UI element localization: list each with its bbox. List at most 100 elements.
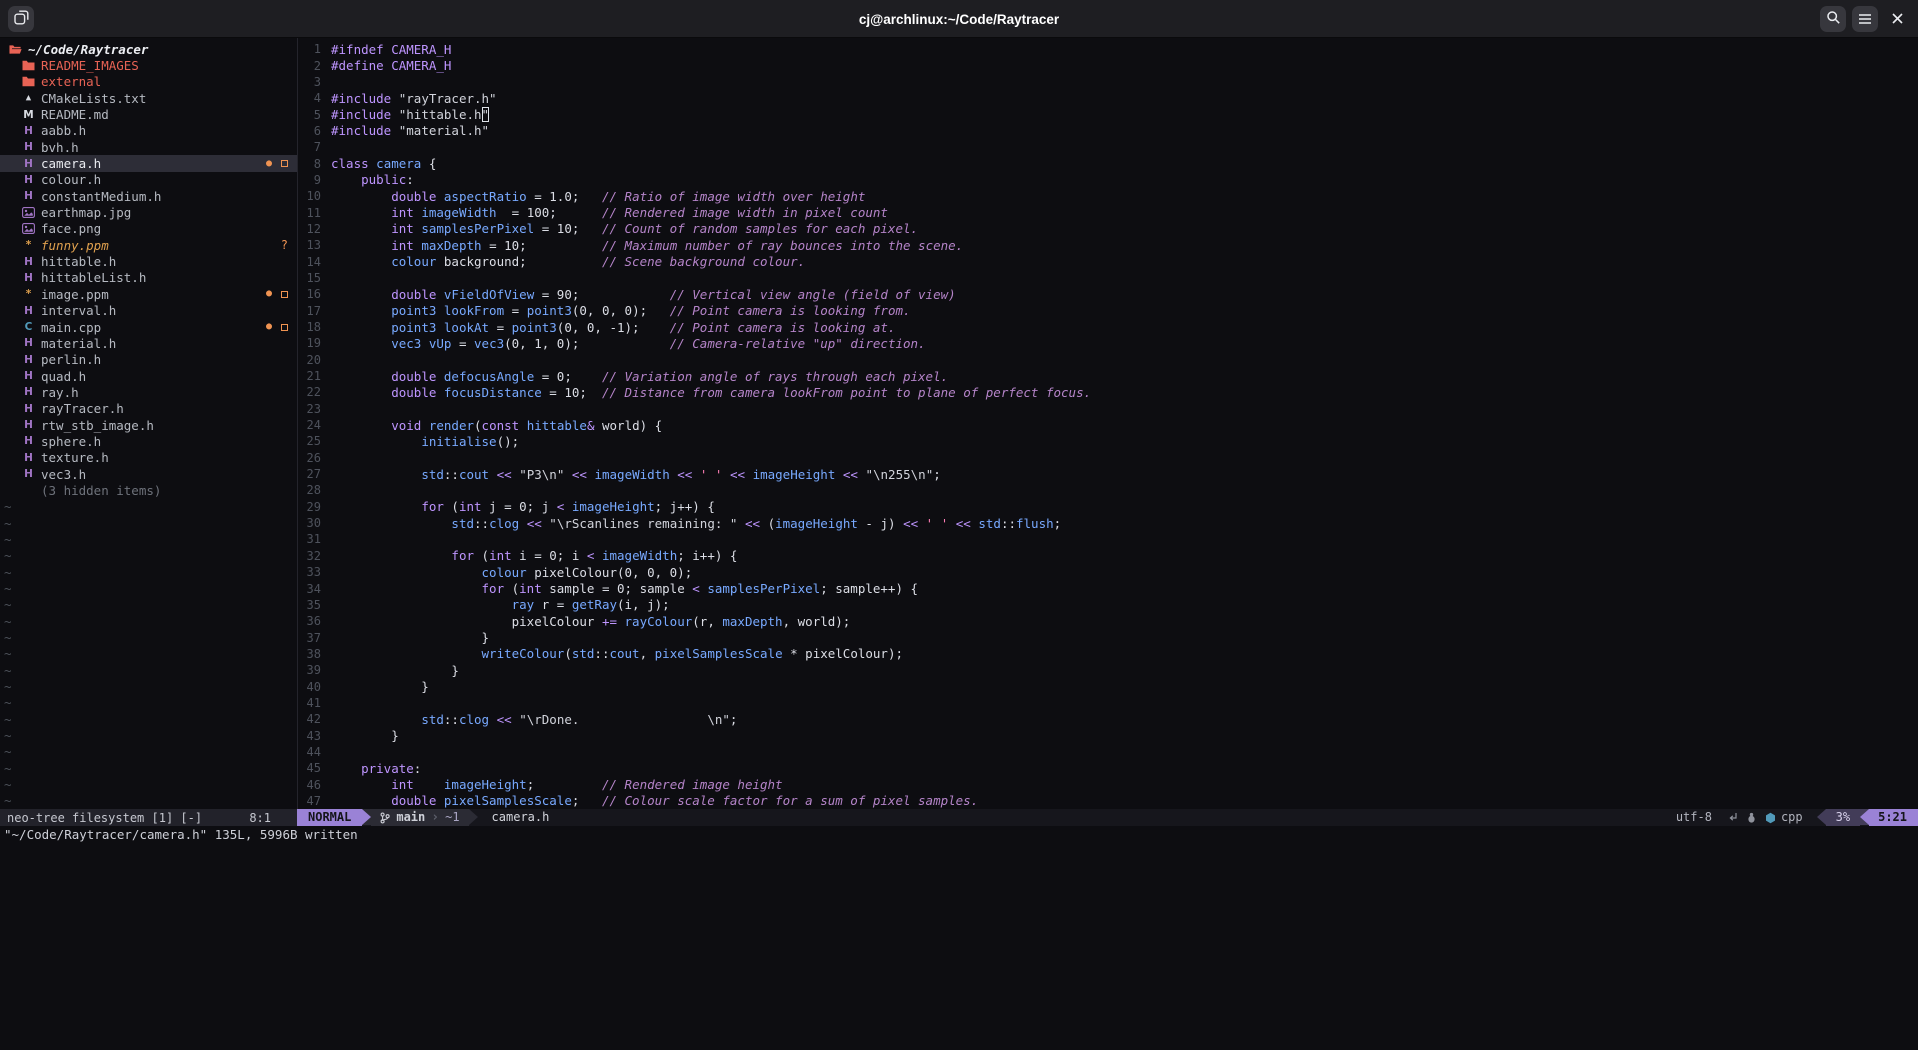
menu-button[interactable]	[1852, 6, 1878, 32]
tree-item-hittable-h[interactable]: Hhittable.h	[0, 253, 297, 269]
code-line-5[interactable]: 5#include "hittable.h"	[298, 106, 1918, 122]
git-branch-icon	[380, 812, 390, 824]
code-line-38[interactable]: 38 writeColour(std::cout, pixelSamplesSc…	[298, 646, 1918, 662]
tree-item-vec3-h[interactable]: Hvec3.h	[0, 466, 297, 482]
code-line-16[interactable]: 16 double vFieldOfView = 90; // Vertical…	[298, 286, 1918, 302]
tree-item-raytracer-h[interactable]: HrayTracer.h	[0, 401, 297, 417]
code-line-28[interactable]: 28	[298, 482, 1918, 498]
code-line-35[interactable]: 35 ray r = getRay(i, j);	[298, 597, 1918, 613]
tree-item-camera-h[interactable]: Hcamera.h●	[0, 155, 297, 171]
code-line-11[interactable]: 11 int imageWidth = 100; // Rendered ima…	[298, 204, 1918, 220]
code-line-4[interactable]: 4#include "rayTracer.h"	[298, 90, 1918, 106]
header-icon: H	[22, 272, 35, 284]
code-line-21[interactable]: 21 double defocusAngle = 0; // Variation…	[298, 368, 1918, 384]
tree-item-image-ppm[interactable]: *image.ppm●	[0, 286, 297, 302]
code-line-34[interactable]: 34 for (int sample = 0; sample < samples…	[298, 580, 1918, 596]
code-text: class camera {	[331, 156, 436, 171]
git-staged-icon	[281, 160, 288, 167]
code-line-41[interactable]: 41	[298, 695, 1918, 711]
tree-item-rtw-stb-image-h[interactable]: Hrtw_stb_image.h	[0, 417, 297, 433]
tree-item-external[interactable]: external	[0, 74, 297, 90]
header-icon: H	[22, 403, 35, 415]
code-line-47[interactable]: 47 double pixelSamplesScale; // Colour s…	[298, 793, 1918, 809]
code-line-8[interactable]: 8class camera {	[298, 155, 1918, 171]
tree-item-funny-ppm[interactable]: *funny.ppm?	[0, 237, 297, 253]
powerline-separator	[1817, 809, 1826, 825]
tree-item-bvh-h[interactable]: Hbvh.h	[0, 139, 297, 155]
tree-item-code-raytracer[interactable]: ~/Code/Raytracer	[0, 41, 297, 57]
tree-item-readme-md[interactable]: MREADME.md	[0, 106, 297, 122]
code-line-2[interactable]: 2#define CAMERA_H	[298, 57, 1918, 73]
folder-open-icon	[9, 44, 22, 55]
code-line-15[interactable]: 15	[298, 270, 1918, 286]
line-number: 32	[298, 549, 331, 563]
code-line-22[interactable]: 22 double focusDistance = 10; // Distanc…	[298, 384, 1918, 400]
code-line-37[interactable]: 37 }	[298, 629, 1918, 645]
code-line-1[interactable]: 1#ifndef CAMERA_H	[298, 41, 1918, 57]
tree-item-cmakelists-txt[interactable]: ▲CMakeLists.txt	[0, 90, 297, 106]
code-line-44[interactable]: 44	[298, 744, 1918, 760]
code-line-17[interactable]: 17 point3 lookFrom = point3(0, 0, 0); //…	[298, 303, 1918, 319]
code-line-36[interactable]: 36 pixelColour += rayColour(r, maxDepth,…	[298, 613, 1918, 629]
code-text: int samplesPerPixel = 10; // Count of ra…	[331, 221, 918, 236]
tree-item-main-cpp[interactable]: Cmain.cpp●	[0, 319, 297, 335]
code-line-26[interactable]: 26	[298, 450, 1918, 466]
code-line-45[interactable]: 45 private:	[298, 760, 1918, 776]
code-line-27[interactable]: 27 std::cout << "P3\n" << imageWidth << …	[298, 466, 1918, 482]
code-line-6[interactable]: 6#include "material.h"	[298, 123, 1918, 139]
code-line-24[interactable]: 24 void render(const hittable& world) {	[298, 417, 1918, 433]
cpp-icon: C	[22, 321, 35, 333]
code-text: }	[331, 728, 399, 743]
tree-item-earthmap-jpg[interactable]: earthmap.jpg	[0, 204, 297, 220]
git-status-markers: ●	[266, 322, 297, 332]
search-button[interactable]	[1820, 6, 1846, 32]
tree-item-interval-h[interactable]: Hinterval.h	[0, 303, 297, 319]
code-line-43[interactable]: 43 }	[298, 727, 1918, 743]
tree-item-ray-h[interactable]: Hray.h	[0, 384, 297, 400]
code-line-19[interactable]: 19 vec3 vUp = vec3(0, 1, 0); // Camera-r…	[298, 335, 1918, 351]
tree-item-sphere-h[interactable]: Hsphere.h	[0, 433, 297, 449]
tree-item-quad-h[interactable]: Hquad.h	[0, 368, 297, 384]
tree-item-constantmedium-h[interactable]: HconstantMedium.h	[0, 188, 297, 204]
code-line-23[interactable]: 23	[298, 401, 1918, 417]
code-line-10[interactable]: 10 double aspectRatio = 1.0; // Ratio of…	[298, 188, 1918, 204]
code-line-39[interactable]: 39 }	[298, 662, 1918, 678]
code-line-25[interactable]: 25 initialise();	[298, 433, 1918, 449]
code-line-7[interactable]: 7	[298, 139, 1918, 155]
tree-item-aabb-h[interactable]: Haabb.h	[0, 123, 297, 139]
code-line-3[interactable]: 3	[298, 74, 1918, 90]
code-line-42[interactable]: 42 std::clog << "\rDone. \n";	[298, 711, 1918, 727]
empty-line-tilde: ~	[0, 564, 297, 580]
line-number: 23	[298, 402, 331, 416]
editor[interactable]: 1#ifndef CAMERA_H2#define CAMERA_H34#inc…	[298, 41, 1918, 809]
code-line-32[interactable]: 32 for (int i = 0; i < imageWidth; i++) …	[298, 548, 1918, 564]
code-line-20[interactable]: 20	[298, 352, 1918, 368]
code-line-13[interactable]: 13 int maxDepth = 10; // Maximum number …	[298, 237, 1918, 253]
header-icon: H	[22, 305, 35, 317]
tree-item-label: hittableList.h	[41, 270, 146, 285]
code-line-40[interactable]: 40 }	[298, 678, 1918, 694]
code-line-46[interactable]: 46 int imageHeight; // Rendered image he…	[298, 776, 1918, 792]
code-line-30[interactable]: 30 std::clog << "\rScanlines remaining: …	[298, 515, 1918, 531]
code-line-31[interactable]: 31	[298, 531, 1918, 547]
code-line-33[interactable]: 33 colour pixelColour(0, 0, 0);	[298, 564, 1918, 580]
tree-item-material-h[interactable]: Hmaterial.h	[0, 335, 297, 351]
file-tree[interactable]: ~/Code/RaytracerREADME_IMAGESexternal▲CM…	[0, 41, 297, 809]
code-line-18[interactable]: 18 point3 lookAt = point3(0, 0, -1); // …	[298, 319, 1918, 335]
tree-item-readme-images[interactable]: README_IMAGES	[0, 57, 297, 73]
tree-item-colour-h[interactable]: Hcolour.h	[0, 172, 297, 188]
tree-item-label: material.h	[41, 336, 116, 351]
header-icon: H	[22, 419, 35, 431]
code-line-12[interactable]: 12 int samplesPerPixel = 10; // Count of…	[298, 221, 1918, 237]
tree-item-label: colour.h	[41, 172, 101, 187]
code-line-29[interactable]: 29 for (int j = 0; j < imageHeight; j++)…	[298, 499, 1918, 515]
tree-item-face-png[interactable]: face.png	[0, 221, 297, 237]
tree-item-perlin-h[interactable]: Hperlin.h	[0, 352, 297, 368]
code-line-9[interactable]: 9 public:	[298, 172, 1918, 188]
tree-item-texture-h[interactable]: Htexture.h	[0, 450, 297, 466]
code-line-14[interactable]: 14 colour background; // Scene backgroun…	[298, 253, 1918, 269]
git-modified-icon: ●	[266, 159, 272, 169]
line-number: 44	[298, 745, 331, 759]
close-button[interactable]	[1884, 6, 1910, 32]
tree-item-hittablelist-h[interactable]: HhittableList.h	[0, 270, 297, 286]
